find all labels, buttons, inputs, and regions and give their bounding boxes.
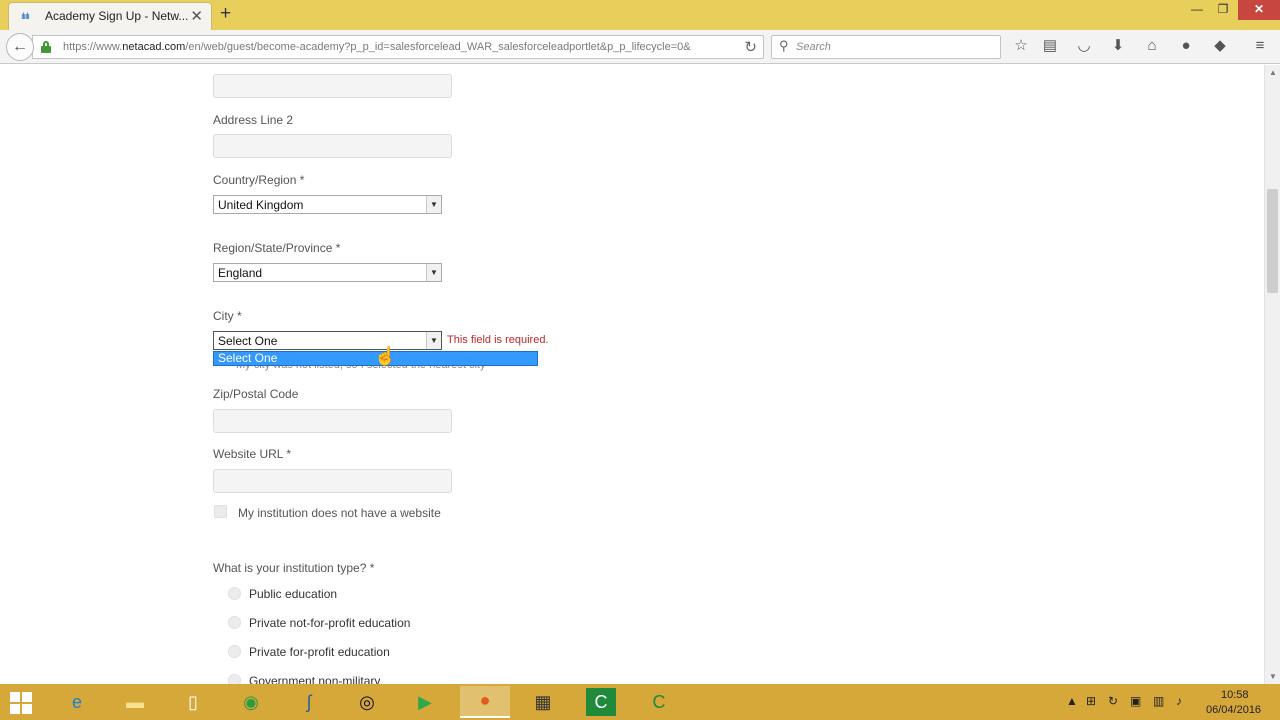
sync-icon[interactable]: ◆ (1210, 36, 1230, 56)
reading-list-icon[interactable]: ▤ (1040, 36, 1060, 56)
search-icon: ⚲ (779, 38, 789, 53)
radio-government-nonmilitary[interactable] (228, 674, 241, 684)
camtasia-recorder-icon[interactable]: C (644, 688, 674, 716)
browser-tab-bar: ılıılı Academy Sign Up - Netw... ✕ + — ❐… (0, 0, 1280, 30)
menu-icon[interactable]: ≡ (1250, 36, 1270, 56)
city-value: Select One (218, 334, 278, 348)
packet-tracer-icon[interactable]: ▦ (528, 688, 558, 716)
country-label: Country/Region * (213, 173, 305, 187)
file-explorer-icon[interactable]: ▬ (120, 688, 150, 716)
region-value: England (218, 266, 263, 280)
city-label: City * (213, 309, 242, 323)
bookmark-star-icon[interactable]: ☆ (1011, 36, 1031, 56)
option-label: Private not-for-profit education (249, 616, 411, 630)
chevron-down-icon: ▼ (426, 196, 441, 213)
country-select[interactable]: United Kingdom ▼ (213, 195, 442, 214)
camtasia-icon[interactable]: C (586, 688, 616, 716)
region-label: Region/State/Province * (213, 241, 341, 255)
dropdown-option-select-one[interactable]: Select One (218, 352, 277, 365)
option-label: Government non-military (249, 674, 381, 684)
url-text: https://www.netacad.com/en/web/guest/bec… (63, 41, 691, 53)
address-line-2-label: Address Line 2 (213, 113, 294, 127)
institution-type-label: What is your institution type? * (213, 561, 375, 575)
home-icon[interactable]: ⌂ (1142, 36, 1162, 56)
chevron-down-icon: ▼ (426, 332, 441, 349)
website-field[interactable] (213, 469, 452, 493)
chevron-down-icon: ▼ (426, 264, 441, 281)
minimize-icon[interactable]: — (1184, 0, 1210, 20)
city-select[interactable]: Select One ▼ (213, 331, 442, 350)
volume-icon[interactable]: ♪ (1176, 694, 1182, 708)
chat-icon[interactable]: ● (1176, 36, 1196, 56)
network-icon[interactable]: ▥ (1153, 694, 1164, 708)
tray-device-icon[interactable]: ▣ (1130, 694, 1141, 708)
download-icon[interactable]: ⬇ (1108, 36, 1128, 56)
python-icon[interactable]: ʃ (294, 688, 324, 716)
new-tab-icon[interactable]: + (220, 4, 231, 24)
zip-label: Zip/Postal Code (213, 387, 299, 401)
tray-expand-icon[interactable]: ▲ (1066, 694, 1078, 708)
region-select[interactable]: England ▼ (213, 263, 442, 282)
radio-private-forprofit[interactable] (228, 645, 241, 658)
option-label: Public education (249, 587, 338, 601)
hand-cursor-icon: ☝ (374, 346, 397, 366)
country-value: United Kingdom (218, 198, 304, 212)
navigation-toolbar: https://www.netacad.com/en/web/guest/bec… (0, 30, 1280, 64)
scroll-up-icon[interactable]: ▲ (1269, 68, 1277, 77)
internet-explorer-icon[interactable]: e (62, 688, 92, 716)
cisco-icon: ılıılı (21, 11, 30, 21)
city-error-message: This field is required. (447, 334, 549, 346)
scroll-thumb[interactable] (1267, 189, 1278, 293)
radio-private-nonprofit[interactable] (228, 616, 241, 629)
tab-academy-sign-up[interactable]: ılıılı Academy Sign Up - Netw... ✕ (8, 2, 212, 30)
play-icon[interactable]: ▶ (410, 688, 440, 716)
firefox-icon[interactable]: ● (460, 686, 510, 718)
windows-start-icon[interactable] (10, 692, 32, 714)
scroll-down-icon[interactable]: ▼ (1269, 672, 1277, 681)
no-website-label: My institution does not have a website (238, 506, 441, 520)
reload-icon[interactable]: ↻ (744, 38, 757, 56)
address-line-1-field[interactable] (213, 74, 452, 98)
zip-field[interactable] (213, 409, 452, 433)
tray-app-icon[interactable]: ⊞ (1086, 694, 1096, 708)
option-label: Private for-profit education (249, 645, 390, 659)
restore-icon[interactable]: ❐ (1210, 0, 1236, 20)
vertical-scrollbar[interactable]: ▲ ▼ (1264, 65, 1280, 684)
tab-title: Academy Sign Up - Netw... (45, 9, 189, 23)
clock-time[interactable]: 10:58 (1221, 689, 1249, 701)
radio-public-education[interactable] (228, 587, 241, 600)
window-close-icon[interactable]: ✕ (1238, 0, 1280, 20)
close-tab-icon[interactable]: ✕ (190, 7, 203, 25)
search-input[interactable]: ⚲ Search (771, 35, 1001, 59)
page-content: Address Line 2 Country/Region * United K… (0, 65, 1264, 684)
chrome-icon[interactable]: ◉ (236, 688, 266, 716)
no-website-checkbox[interactable] (214, 505, 227, 518)
clock-date[interactable]: 06/04/2016 (1206, 704, 1261, 716)
back-button[interactable]: ← (6, 33, 34, 61)
tray-refresh-icon[interactable]: ↻ (1108, 694, 1118, 708)
website-label: Website URL * (213, 447, 292, 461)
windows-taskbar: e ▬ ▯ ◉ ʃ ◎ ▶ ● ▦ C C ▲ ⊞ ↻ ▣ ▥ ♪ 10:58 … (0, 684, 1280, 720)
search-placeholder: Search (796, 41, 831, 53)
document-icon[interactable]: ▯ (178, 688, 208, 716)
address-line-2-field[interactable] (213, 134, 452, 158)
media-app-icon[interactable]: ◎ (352, 688, 382, 716)
lock-icon (41, 41, 51, 53)
address-bar[interactable]: https://www.netacad.com/en/web/guest/bec… (32, 35, 764, 59)
pocket-icon[interactable]: ◡ (1074, 36, 1094, 56)
